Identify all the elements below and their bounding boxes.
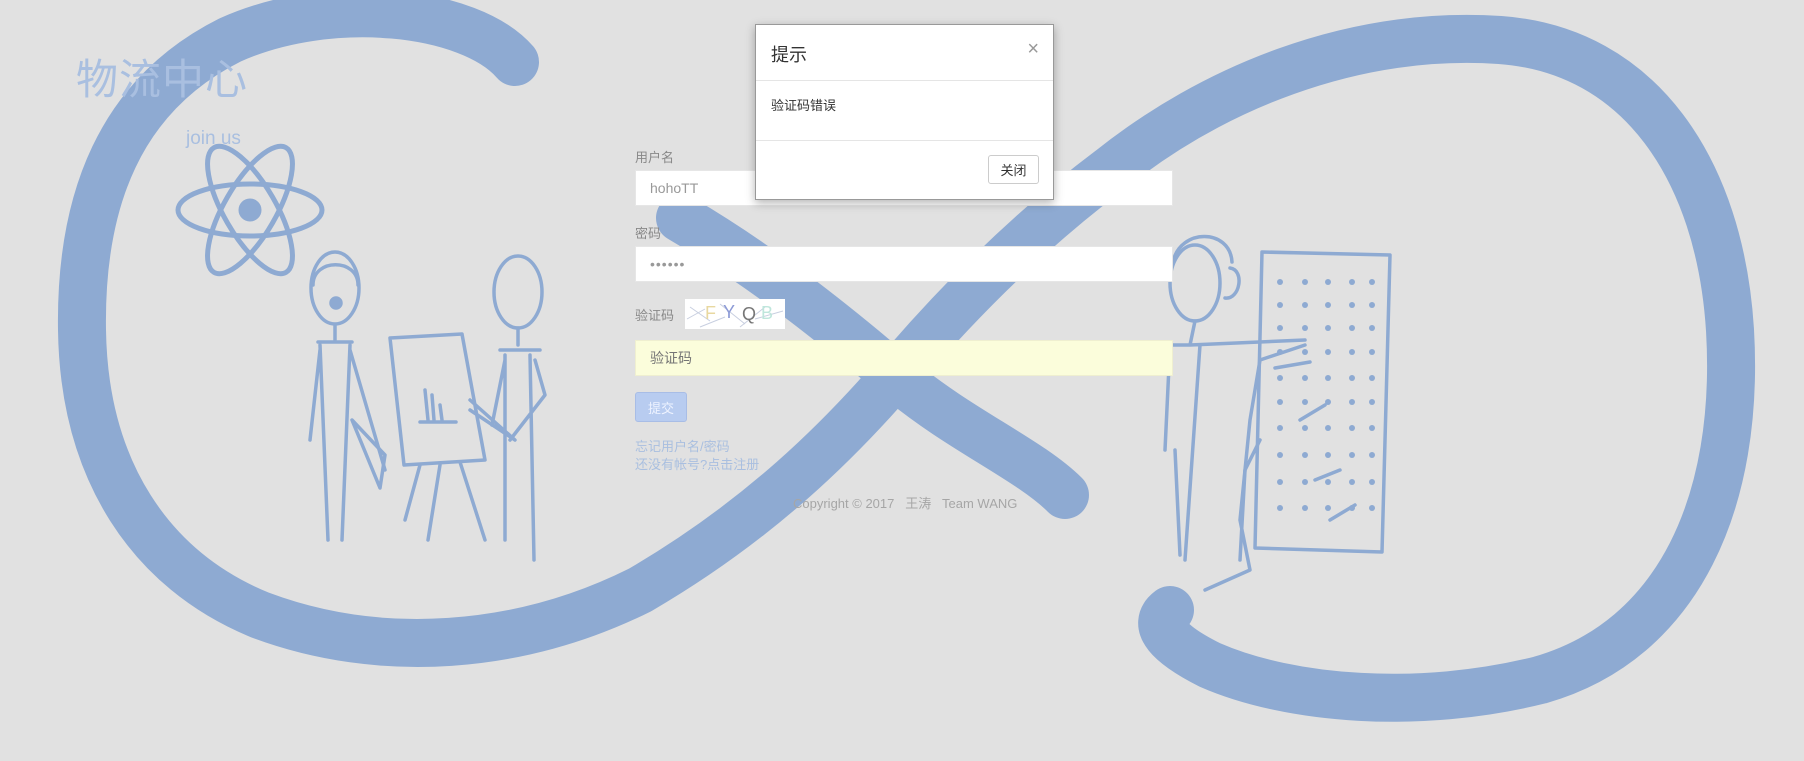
copyright-text: Copyright © 2017 王涛 Team WANG <box>793 496 1018 511</box>
captcha-char-1: F <box>705 303 716 323</box>
alert-modal: 提示 × 验证码错误 关闭 <box>755 24 1054 200</box>
captcha-image[interactable]: F Y Q B <box>685 299 785 329</box>
modal-message: 验证码错误 <box>771 99 837 114</box>
captcha-char-4: B <box>761 303 774 323</box>
register-link[interactable]: 还没有帐号?点击注册 <box>635 454 759 473</box>
submit-button[interactable]: 提交 <box>635 392 687 422</box>
captcha-char-3: Q <box>742 304 757 324</box>
modal-close-button[interactable]: 关闭 <box>988 155 1039 184</box>
brand-subtitle: join us <box>186 128 241 149</box>
atom-doodle <box>175 143 325 277</box>
forgot-password-link[interactable]: 忘记用户名/密码 <box>635 436 730 455</box>
username-label: 用户名 <box>635 150 675 165</box>
modal-title: 提示 <box>771 45 807 66</box>
dot-panel-doodle <box>1238 250 1392 562</box>
captcha-char-2: Y <box>723 302 736 322</box>
password-input[interactable] <box>635 246 1173 282</box>
brand-title: 物流中心 <box>76 55 249 104</box>
password-label: 密码 <box>635 226 662 241</box>
modal-header: 提示 × <box>756 25 1053 81</box>
easel-doodle <box>388 332 517 542</box>
modal-footer: 关闭 <box>756 140 1053 200</box>
listener-doodle <box>490 254 547 562</box>
close-icon[interactable]: × <box>1027 38 1039 61</box>
right-person-doodle <box>1163 234 1307 592</box>
presenter-doodle <box>308 250 387 542</box>
captcha-label: 验证码 <box>635 308 675 323</box>
captcha-input[interactable] <box>635 340 1173 376</box>
